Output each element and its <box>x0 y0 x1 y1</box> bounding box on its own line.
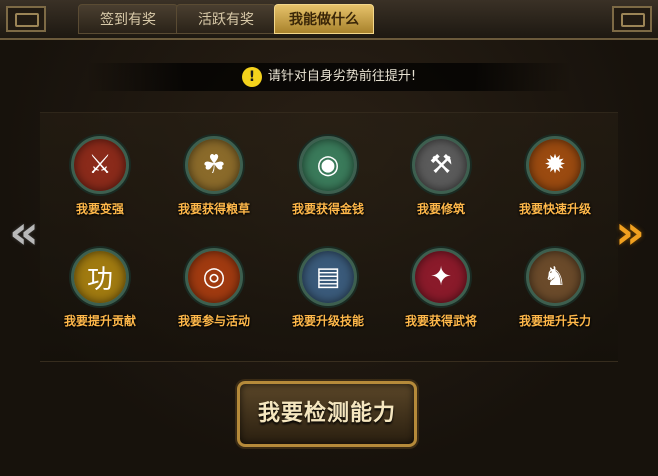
notice-text: 请针对自身劣势前往提升! <box>267 69 417 84</box>
option-label: 我要提升贡献 <box>63 314 136 328</box>
tab-what-can-i-do[interactable]: 我能做什么 <box>274 4 374 34</box>
notice-bar: ! 请针对自身劣势前往提升! <box>86 63 572 91</box>
option-label: 我要修筑 <box>416 202 465 216</box>
check-ability-button[interactable]: 我要检测能力 <box>237 381 417 447</box>
option-become-stronger[interactable]: ⚔ 我要变强 <box>45 136 155 236</box>
option-raise-contribution[interactable]: 功 我要提升贡献 <box>45 248 155 348</box>
top-bar: 签到有奖 活跃有奖 我能做什么 <box>0 0 658 40</box>
option-raise-troops[interactable]: ♞ 我要提升兵力 <box>500 248 610 348</box>
option-label: 我要升级技能 <box>291 314 364 328</box>
option-label: 我要变强 <box>75 202 124 216</box>
option-level-up-fast[interactable]: ✹ 我要快速升级 <box>500 136 610 236</box>
ornament-left-icon <box>6 6 46 32</box>
hammer-icon: ⚒ <box>412 136 470 194</box>
option-get-grain[interactable]: ☘ 我要获得粮草 <box>159 136 269 236</box>
target-icon: ◎ <box>185 248 243 306</box>
option-upgrade-skill[interactable]: ▤ 我要升级技能 <box>273 248 383 348</box>
option-label: 我要获得金钱 <box>291 202 364 216</box>
ornament-right-icon <box>612 6 652 32</box>
soldiers-icon: ♞ <box>526 248 584 306</box>
option-label: 我要快速升级 <box>518 202 591 216</box>
option-label: 我要获得粮草 <box>177 202 250 216</box>
tab-sign-in-reward[interactable]: 签到有奖 <box>78 4 178 34</box>
crossed-swords-icon: ⚔ <box>71 136 129 194</box>
option-get-money[interactable]: ◉ 我要获得金钱 <box>273 136 383 236</box>
skill-book-icon: ▤ <box>299 248 357 306</box>
merit-medal-icon: 功 <box>71 248 129 306</box>
option-label: 我要提升兵力 <box>518 314 591 328</box>
next-page-arrow-icon[interactable]: » <box>608 209 652 255</box>
money-bag-icon: ◉ <box>299 136 357 194</box>
tab-activity-reward[interactable]: 活跃有奖 <box>176 4 276 34</box>
fire-emblem-icon: ✹ <box>526 136 584 194</box>
option-get-general[interactable]: ✦ 我要获得武将 <box>386 248 496 348</box>
prev-page-arrow-icon[interactable]: « <box>2 209 46 255</box>
option-join-activity[interactable]: ◎ 我要参与活动 <box>159 248 269 348</box>
option-label: 我要参与活动 <box>177 314 250 328</box>
option-build[interactable]: ⚒ 我要修筑 <box>386 136 496 236</box>
warning-icon: ! <box>241 66 262 87</box>
grain-sack-icon: ☘ <box>185 136 243 194</box>
option-label: 我要获得武将 <box>404 314 477 328</box>
general-banner-icon: ✦ <box>412 248 470 306</box>
panel-frame: 签到有奖 活跃有奖 我能做什么 ! 请针对自身劣势前往提升! « » ⚔ 我要变强… <box>0 0 658 476</box>
